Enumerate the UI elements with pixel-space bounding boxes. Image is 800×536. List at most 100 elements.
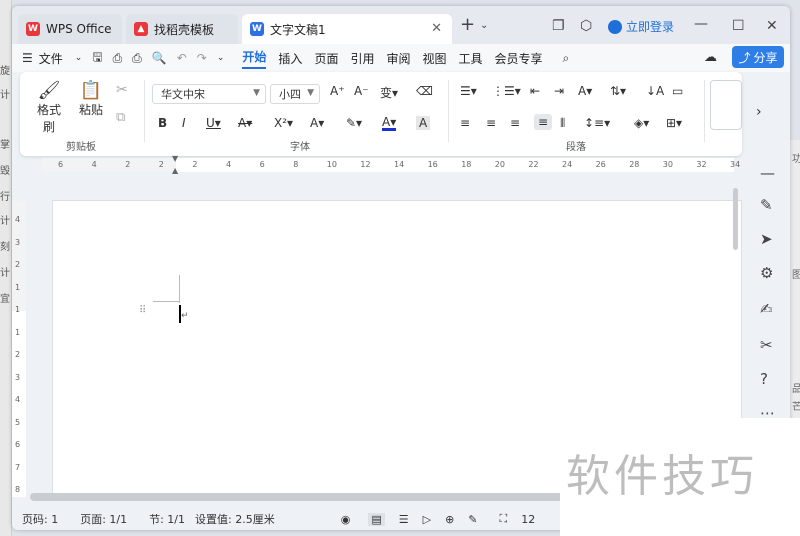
cut-icon[interactable]: ✂ [116, 82, 128, 98]
menu-hamburger-icon[interactable]: ☰ [22, 51, 33, 65]
chevron-down-icon[interactable]: ⌄ [480, 20, 488, 31]
ribbon-scroll-right-icon[interactable]: › [756, 104, 762, 120]
indent-marker-icon[interactable]: ▼ [172, 154, 178, 163]
outline-view-icon[interactable]: ☰ [399, 513, 409, 526]
drag-handle-icon[interactable]: ⠿ [139, 305, 146, 316]
new-tab-plus-icon[interactable]: + [460, 14, 475, 35]
tab-document[interactable]: W 文字文稿1 ✕ [242, 14, 452, 44]
adjust-icon[interactable]: ⚙ [760, 264, 773, 282]
close-window-icon[interactable]: ✕ [766, 18, 778, 34]
print-icon[interactable]: ⎙ [132, 51, 142, 66]
menu-file[interactable]: 文件 [39, 50, 63, 67]
menu-page[interactable]: 页面 [314, 50, 338, 67]
pen-icon[interactable]: ✎ [760, 196, 773, 214]
menu-review[interactable]: 审阅 [386, 50, 410, 67]
menu-references[interactable]: 引用 [350, 50, 374, 67]
tab-label: 找稻壳模板 [154, 22, 215, 37]
distribute-icon[interactable]: ⦀ [560, 116, 565, 131]
indent-marker-icon[interactable]: ▲ [172, 166, 178, 175]
paste-button[interactable]: 📋 粘贴 [74, 80, 108, 118]
font-color-icon[interactable]: A▾ [382, 116, 397, 131]
phonetic-guide-icon[interactable]: 变▾ [380, 84, 398, 101]
tab-wps-office[interactable]: W WPS Office [18, 14, 122, 44]
eraser-icon[interactable]: ⌫ [416, 84, 433, 98]
cloud-sync-icon[interactable]: ☁ [704, 50, 717, 65]
sort-az-icon[interactable]: ↓A [646, 84, 664, 98]
decrease-indent-icon[interactable]: ⇤ [530, 84, 540, 98]
char-shading-icon[interactable]: A [416, 116, 431, 130]
search-icon[interactable]: ⌕ [563, 51, 570, 66]
menu-home[interactable]: 开始 [242, 48, 267, 69]
menu-insert[interactable]: 插入 [278, 50, 302, 67]
underline-icon[interactable]: U▾ [206, 116, 221, 130]
bold-icon[interactable]: B [158, 116, 167, 130]
shading-icon[interactable]: ◈▾ [634, 116, 649, 130]
zoom-level[interactable]: 12 [521, 513, 535, 526]
collapse-icon[interactable]: — [760, 164, 775, 182]
window-list-icon[interactable]: ❐ [552, 18, 565, 34]
ruler-tick-label: 8 [15, 485, 21, 494]
maximize-icon[interactable]: ☐ [732, 18, 745, 34]
menu-bar: ☰ 文件 ⌄ 🖫 ⎙ ⎙ 🔍 ↶ ↷ ⌄ 开始 插入 页面 引用 审阅 视图 工… [12, 44, 790, 72]
grow-font-icon[interactable]: A⁺ [330, 84, 345, 98]
export-pdf-icon[interactable]: ⎙ [113, 51, 123, 66]
ai-write-icon[interactable]: ✍ [760, 300, 773, 318]
sort-icon[interactable]: ⇅▾ [610, 84, 626, 98]
highlight-icon[interactable]: ✎▾ [346, 116, 362, 130]
increase-indent-icon[interactable]: ⇥ [554, 84, 564, 98]
align-center-icon[interactable]: ≡ [486, 116, 496, 130]
margin-corner-mark [179, 275, 180, 303]
chinese-layout-icon[interactable]: A▾ [578, 84, 592, 98]
save-icon[interactable]: 🖫 [92, 48, 102, 69]
align-left-icon[interactable]: ≡ [460, 116, 470, 130]
format-painter-button[interactable]: 🖌 格式刷 [32, 80, 66, 135]
borders-icon[interactable]: ⊞▾ [666, 116, 682, 130]
chevron-down-icon[interactable]: ⌄ [75, 53, 83, 63]
eye-protect-icon[interactable]: ◉ [341, 513, 351, 526]
web-view-icon[interactable]: ⊕ [445, 513, 454, 526]
write-mode-icon[interactable]: ✎ [468, 513, 477, 526]
justify-icon[interactable]: ≡ [534, 114, 553, 130]
tools-icon[interactable]: ✂ [760, 336, 773, 354]
menu-view[interactable]: 视图 [422, 50, 446, 67]
text-effect-icon[interactable]: A▾ [310, 116, 324, 130]
status-setting[interactable]: 设置值: 2.5厘米 [195, 511, 275, 527]
share-button[interactable]: ⤴ 分享 [732, 46, 784, 68]
font-name-select[interactable]: 华文中宋 ▼ [152, 84, 266, 104]
close-tab-icon[interactable]: ✕ [431, 21, 442, 36]
horizontal-ruler[interactable]: 6 4 2 2 2 4 6 8 10 12 14 16 18 20 22 24 26 28 30 32 34 [42, 158, 740, 172]
redo-icon[interactable]: ↷ [197, 51, 207, 65]
vertical-ruler[interactable]: 4 3 2 1 1 1 2 3 4 5 6 7 8 [12, 201, 26, 497]
line-spacing-icon[interactable]: ↕≡▾ [584, 116, 610, 130]
status-pages[interactable]: 页面: 1/1 [80, 511, 127, 527]
superscript-icon[interactable]: X²▾ [274, 116, 293, 130]
italic-icon[interactable]: I [182, 116, 186, 130]
cube-icon[interactable]: ⬡ [580, 18, 592, 34]
ruler-tick-label: 22 [528, 160, 539, 169]
shrink-font-icon[interactable]: A⁻ [354, 84, 369, 98]
style-normal-preview[interactable] [710, 80, 742, 130]
minimize-icon[interactable]: — [694, 16, 708, 32]
page-view-icon[interactable]: ▤ [368, 512, 385, 526]
show-marks-icon[interactable]: ▭ [672, 84, 683, 98]
fit-page-icon[interactable]: ⛶ [500, 512, 508, 526]
bullet-list-icon[interactable]: ☰▾ [460, 84, 477, 98]
menu-member[interactable]: 会员专享 [495, 50, 543, 67]
login-button[interactable]: 立即登录 [608, 18, 674, 35]
align-right-icon[interactable]: ≡ [510, 116, 520, 130]
read-mode-icon[interactable]: ▷ [423, 513, 431, 526]
ruler-tick-label: 2 [15, 350, 21, 359]
strikethrough-icon[interactable]: A▾ [238, 116, 252, 130]
select-cursor-icon[interactable]: ➤ [760, 230, 773, 248]
print-preview-icon[interactable]: 🔍 [152, 51, 167, 65]
help-icon[interactable]: ? [760, 370, 768, 388]
copy-icon[interactable]: ⧉ [116, 110, 125, 125]
ruler-tick-label: 1 [15, 305, 21, 314]
font-size-select[interactable]: 小四 ▼ [270, 84, 320, 104]
menu-tools[interactable]: 工具 [459, 50, 483, 67]
vertical-scrollbar[interactable] [733, 188, 738, 250]
tab-daoke[interactable]: ▲ 找稻壳模板 [126, 14, 238, 44]
undo-icon[interactable]: ↶ [177, 51, 187, 65]
numbered-list-icon[interactable]: ⋮☰▾ [492, 84, 521, 98]
more-chevron-icon[interactable]: ⌄ [217, 53, 225, 63]
